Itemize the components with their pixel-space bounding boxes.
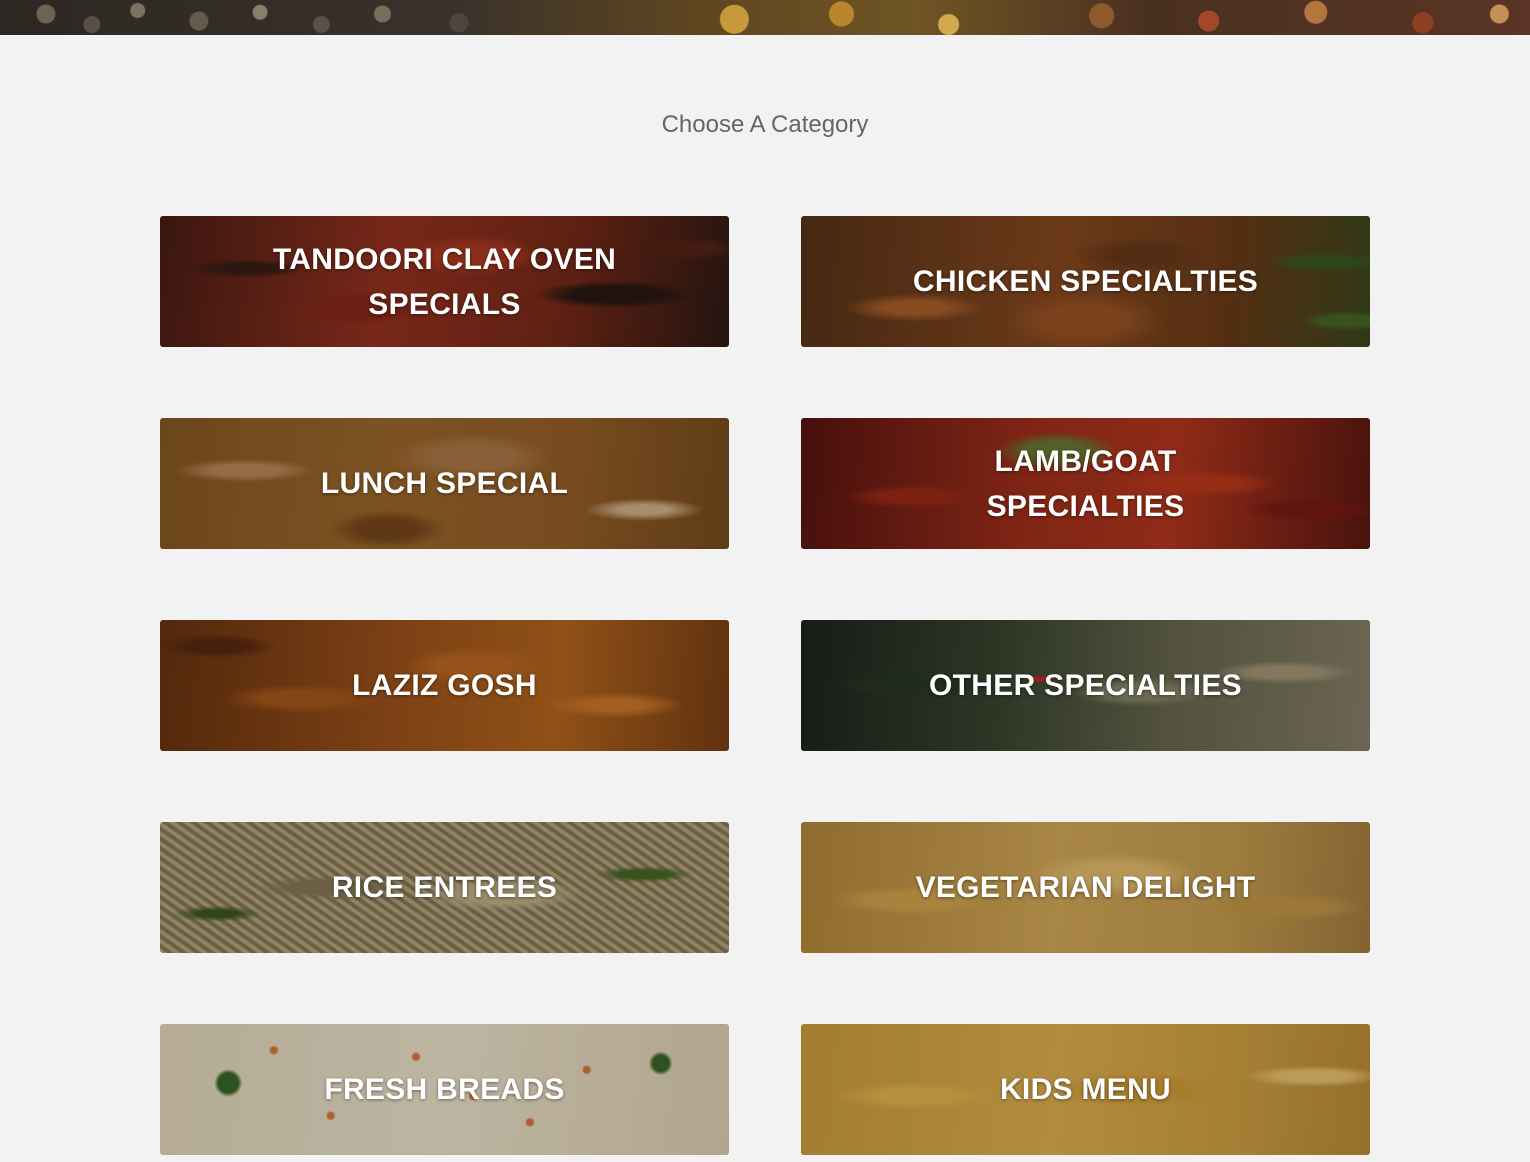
page-heading: Choose A Category <box>661 111 869 138</box>
category-tandoori[interactable]: TANDOORI CLAY OVEN SPECIALS <box>160 216 729 347</box>
category-label: TANDOORI CLAY OVEN SPECIALS <box>272 242 617 321</box>
category-label: CHICKEN SPECIALTIES <box>912 265 1259 298</box>
category-lamb-goat[interactable]: LAMB/GOAT SPECIALTIES <box>801 418 1370 549</box>
category-label: LAMB/GOAT SPECIALTIES <box>986 444 1185 523</box>
category-vegetarian[interactable]: VEGETARIAN DELIGHT <box>801 822 1370 953</box>
category-grid: TANDOORI CLAY OVEN SPECIALS CHICKEN SPEC… <box>160 216 1370 1155</box>
category-label: FRESH BREADS <box>324 1073 565 1106</box>
category-rice[interactable]: RICE ENTREES <box>160 822 729 953</box>
category-breads[interactable]: FRESH BREADS <box>160 1024 729 1155</box>
category-label: OTHER SPECIALTIES <box>929 669 1242 702</box>
category-label: KIDS MENU <box>999 1073 1172 1106</box>
category-laziz-gosh[interactable]: LAZIZ GOSH <box>160 620 729 751</box>
category-kids[interactable]: KIDS MENU <box>801 1024 1370 1155</box>
category-other[interactable]: OTHER SPECIALTIES <box>801 620 1370 751</box>
category-chicken[interactable]: CHICKEN SPECIALTIES <box>801 216 1370 347</box>
category-label: RICE ENTREES <box>331 871 558 904</box>
hero-banner-image <box>0 0 1530 35</box>
category-label: VEGETARIAN DELIGHT <box>915 871 1256 904</box>
category-label: LUNCH SPECIAL <box>320 467 569 500</box>
category-lunch[interactable]: LUNCH SPECIAL <box>160 418 729 549</box>
category-label: LAZIZ GOSH <box>352 669 537 702</box>
